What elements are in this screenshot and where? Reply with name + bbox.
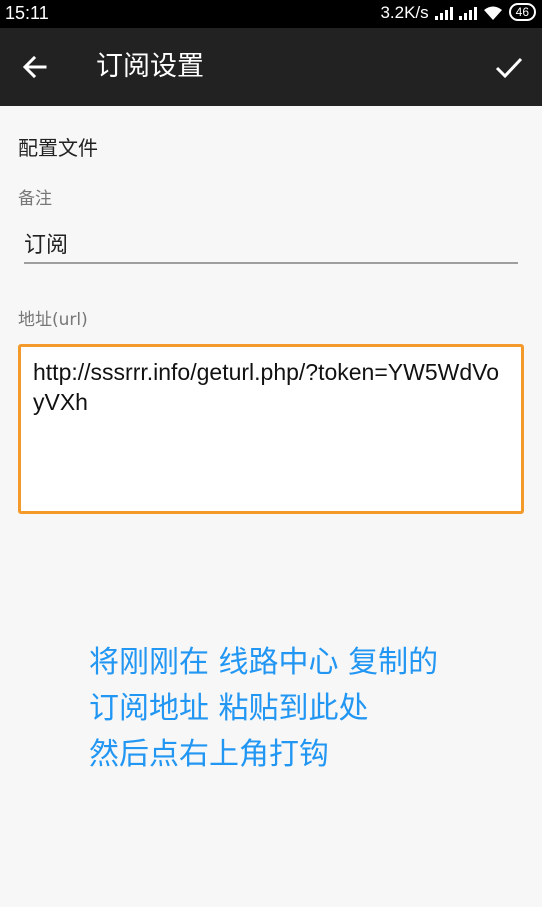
battery-icon: 46 xyxy=(508,3,536,21)
check-icon xyxy=(495,57,523,79)
confirm-button[interactable] xyxy=(492,50,526,84)
instruction-line: 将刚刚在 线路中心 复制的 xyxy=(89,645,439,680)
signal-icon xyxy=(458,6,477,20)
wifi-icon xyxy=(483,6,502,20)
instruction-text: 将刚刚在 线路中心 复制的 订阅地址 粘贴到此处 然后点右上角打钩 xyxy=(89,640,509,778)
battery-level: 46 xyxy=(515,5,529,19)
url-label: 地址(url) xyxy=(18,310,88,330)
status-icons: 3.2K/s 46 xyxy=(380,3,536,23)
url-input[interactable]: http://sssrrr.info/geturl.php/?token=YW5… xyxy=(18,344,524,514)
status-bar: 15:11 3.2K/s 46 xyxy=(0,0,542,28)
instruction-line: 然后点右上角打钩 xyxy=(89,737,329,772)
network-speed: 3.2K/s xyxy=(380,3,429,22)
toolbar: 订阅设置 xyxy=(0,28,542,106)
remark-label: 备注 xyxy=(18,189,52,209)
status-time: 15:11 xyxy=(5,3,49,23)
arrow-left-icon xyxy=(22,55,47,79)
remark-input[interactable] xyxy=(24,224,518,264)
page-title: 订阅设置 xyxy=(96,51,204,82)
signal-icon xyxy=(434,6,453,20)
back-button[interactable] xyxy=(18,50,52,84)
instruction-line: 订阅地址 粘贴到此处 xyxy=(89,691,369,726)
section-title: 配置文件 xyxy=(18,136,98,160)
